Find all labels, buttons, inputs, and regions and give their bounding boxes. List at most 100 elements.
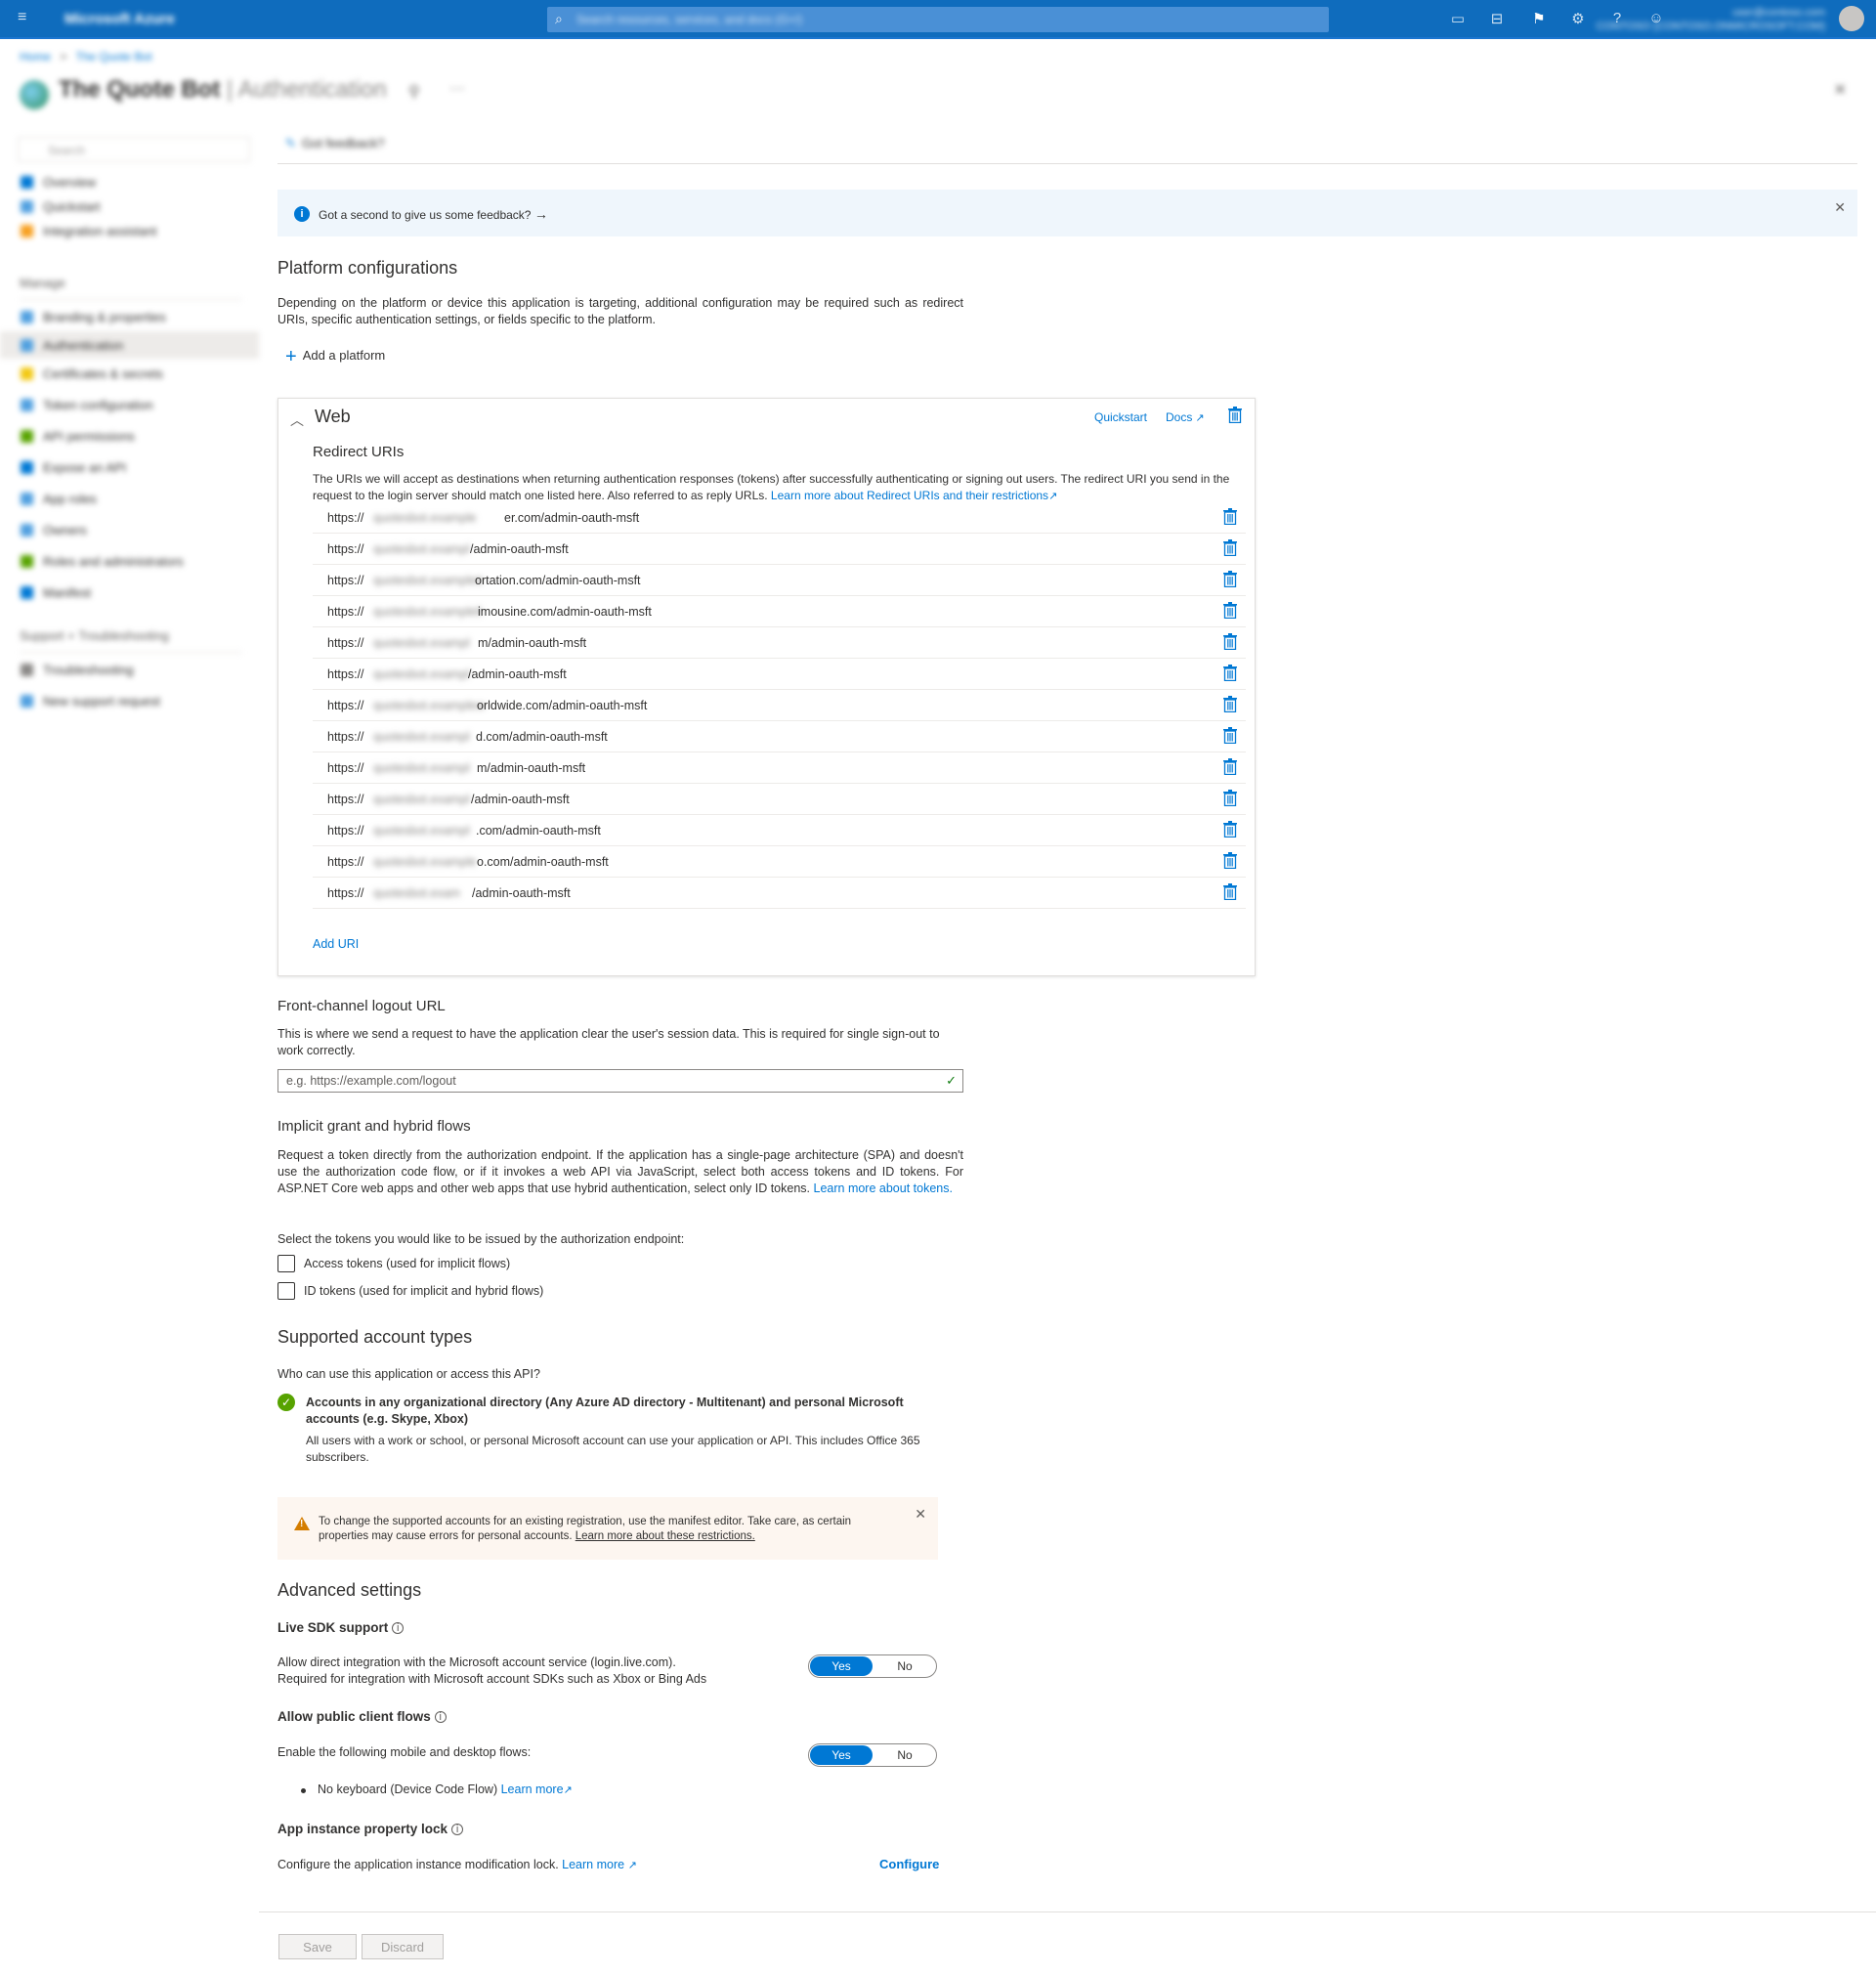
redirect-uri-row[interactable]: https:// quotesbot.example o.com/admin-oau… xyxy=(313,846,1246,878)
configure-button[interactable]: Configure xyxy=(879,1857,939,1871)
save-button[interactable]: Save xyxy=(278,1934,357,1959)
sidebar-divider xyxy=(20,652,242,653)
more-options-icon[interactable]: ··· xyxy=(449,80,465,98)
close-icon[interactable]: ✕ xyxy=(1834,80,1847,100)
docs-label[interactable]: Docs xyxy=(1166,410,1192,424)
discard-button[interactable]: Discard xyxy=(362,1934,444,1959)
add-uri-link[interactable]: Add URI xyxy=(313,937,359,951)
delete-uri-icon[interactable] xyxy=(1223,852,1237,869)
portal-brand[interactable]: Microsoft Azure xyxy=(64,11,175,27)
live-sdk-yes-option[interactable]: Yes xyxy=(810,1656,873,1676)
sidebar-item-new-support-request[interactable]: New support request xyxy=(0,687,259,714)
access-tokens-checkbox[interactable] xyxy=(277,1255,295,1272)
sidebar-item-expose-api[interactable]: Expose an API xyxy=(0,453,259,481)
live-sdk-toggle[interactable]: Yes No xyxy=(808,1654,937,1678)
redirect-uri-row[interactable]: https:// quotesbot.exam/admin-oauth-msft xyxy=(313,878,1246,909)
redirect-uri-path: /admin-oauth-msft xyxy=(472,886,571,900)
sidebar-search-input[interactable]: Search xyxy=(18,137,250,162)
info-icon[interactable]: i xyxy=(434,1711,447,1723)
redirect-uri-row[interactable]: https:// quotesbot.exampleli imousine.com/… xyxy=(313,596,1246,627)
breadcrumb-app[interactable]: The Quote Bot xyxy=(76,50,152,64)
sidebar-item-app-roles[interactable]: App roles xyxy=(0,485,259,512)
redirect-uri-row[interactable]: https:// quotesbot.examplew orldwide.com/a… xyxy=(313,690,1246,721)
chevron-up-icon[interactable]: ︿ xyxy=(290,410,304,430)
logout-url-input[interactable] xyxy=(278,1070,923,1092)
sidebar-item-label: API permissions xyxy=(43,429,135,444)
delete-uri-icon[interactable] xyxy=(1223,883,1237,900)
sidebar-item-label: Manifest xyxy=(43,585,92,600)
global-search-input[interactable]: ⌕ Search resources, services, and docs (… xyxy=(547,7,1329,32)
sidebar-item-quickstart[interactable]: Quickstart xyxy=(0,193,259,220)
front-channel-heading: Front-channel logout URL xyxy=(277,998,446,1014)
feedback-banner-text[interactable]: Got a second to give us some feedback? → xyxy=(319,206,548,222)
sidebar-item-authentication[interactable]: Authentication xyxy=(0,331,259,359)
permissions-icon xyxy=(21,430,33,443)
redirect-uri-row[interactable]: https:// quotesbot.exampl d.com/admin-oaut… xyxy=(313,721,1246,752)
delete-uri-icon[interactable] xyxy=(1223,758,1237,775)
learn-more-tokens-link[interactable]: Learn more about tokens. xyxy=(814,1181,953,1195)
delete-uri-icon[interactable] xyxy=(1223,696,1237,712)
cloud-shell-icon[interactable]: ▭ xyxy=(1449,10,1467,27)
sidebar-item-token-configuration[interactable]: Token configuration xyxy=(0,391,259,418)
redirect-uris-learn-more-link[interactable]: Learn more about Redirect URIs and their… xyxy=(771,489,1048,502)
sidebar-item-troubleshooting[interactable]: Troubleshooting xyxy=(0,656,259,683)
delete-uri-icon[interactable] xyxy=(1223,821,1237,838)
close-icon[interactable]: ✕ xyxy=(1834,199,1846,216)
sidebar-item-integration-assistant[interactable]: Integration assistant xyxy=(0,217,259,244)
token-icon xyxy=(21,399,33,411)
sidebar-item-api-permissions[interactable]: API permissions xyxy=(0,422,259,450)
redirect-uri-row[interactable]: https:// quotesbot.exampl/admin-oauth-msf… xyxy=(313,534,1246,565)
pin-icon[interactable]: ⚲ xyxy=(408,82,420,102)
delete-uri-icon[interactable] xyxy=(1223,602,1237,619)
sidebar-section-support: Support + Troubleshooting xyxy=(20,628,169,643)
delete-uri-icon[interactable] xyxy=(1223,508,1237,525)
redirect-uri-scheme: https:// xyxy=(327,511,364,525)
redirect-uri-row[interactable]: https:// quotesbot.exampl/admin-oauth-msf… xyxy=(313,659,1246,690)
account-directory: CONTOSO (CONTOSO.ONMICROSOFT.COM) xyxy=(1596,21,1825,32)
got-feedback-button[interactable]: ✎ Got feedback? xyxy=(285,136,384,151)
redirect-uri-row[interactable]: https:// quotesbot.exampl/admin-oauth-msf… xyxy=(313,784,1246,815)
public-client-toggle[interactable]: Yes No xyxy=(808,1743,937,1767)
sidebar-item-roles-admins[interactable]: Roles and administrators xyxy=(0,547,259,575)
delete-uri-icon[interactable] xyxy=(1223,571,1237,587)
restrictions-learn-more-link[interactable]: Learn more about these restrictions. xyxy=(576,1530,755,1542)
sidebar-item-branding[interactable]: Branding & properties xyxy=(0,303,259,330)
sidebar-item-manifest[interactable]: Manifest xyxy=(0,579,259,606)
redirect-uri-row[interactable]: https:// quotesbot.exampletr ortation.com/… xyxy=(313,565,1246,596)
redirect-uri-row[interactable]: https:// quotesbot.exampl m/admin-oauth-ms… xyxy=(313,752,1246,784)
quickstart-link[interactable]: Quickstart xyxy=(1094,410,1147,424)
instance-lock-learn-more-link[interactable]: Learn more xyxy=(562,1858,624,1871)
redirect-uri-row[interactable]: https:// quotesbot.example er.com/admin-oa… xyxy=(313,502,1246,534)
delete-uri-icon[interactable] xyxy=(1223,727,1237,744)
sidebar-section-manage: Manage xyxy=(20,276,65,290)
docs-link[interactable]: Docs ↗ xyxy=(1166,410,1205,424)
info-icon[interactable]: i xyxy=(392,1622,405,1634)
delete-uri-icon[interactable] xyxy=(1223,633,1237,650)
redirect-uri-row[interactable]: https:// quotesbot.exampl .com/admin-oauth… xyxy=(313,815,1246,846)
info-icon[interactable]: i xyxy=(451,1824,464,1835)
delete-uri-icon[interactable] xyxy=(1223,665,1237,681)
hamburger-menu-icon[interactable]: ≡ xyxy=(18,10,35,25)
sidebar-item-overview[interactable]: Overview xyxy=(0,168,259,195)
sidebar-item-label: App roles xyxy=(43,492,97,506)
sidebar-item-certificates[interactable]: Certificates & secrets xyxy=(0,360,259,387)
redirect-uri-row[interactable]: https:// quotesbot.exampl m/admin-oauth-ms… xyxy=(313,627,1246,659)
add-platform-button[interactable]: + Add a platform xyxy=(285,346,385,368)
settings-icon[interactable]: ⚙ xyxy=(1569,10,1587,27)
notifications-icon[interactable]: ⚑ xyxy=(1530,10,1548,27)
logout-url-field[interactable]: ✓ xyxy=(277,1069,963,1093)
avatar[interactable] xyxy=(1839,6,1864,31)
account-info[interactable]: user@contoso.com CONTOSO (CONTOSO.ONMICR… xyxy=(1597,6,1825,33)
delete-uri-icon[interactable] xyxy=(1223,790,1237,806)
breadcrumb-home[interactable]: Home xyxy=(20,50,51,64)
close-icon[interactable]: ✕ xyxy=(915,1506,926,1523)
live-sdk-no-option[interactable]: No xyxy=(874,1656,936,1676)
public-client-yes-option[interactable]: Yes xyxy=(810,1745,873,1765)
id-tokens-checkbox[interactable] xyxy=(277,1282,295,1300)
directory-filter-icon[interactable]: ⊟ xyxy=(1488,10,1506,27)
public-client-no-option[interactable]: No xyxy=(874,1745,936,1765)
delete-platform-icon[interactable] xyxy=(1228,407,1242,423)
sidebar-item-owners[interactable]: Owners xyxy=(0,516,259,543)
delete-uri-icon[interactable] xyxy=(1223,539,1237,556)
device-code-learn-more-link[interactable]: Learn more xyxy=(501,1783,564,1796)
